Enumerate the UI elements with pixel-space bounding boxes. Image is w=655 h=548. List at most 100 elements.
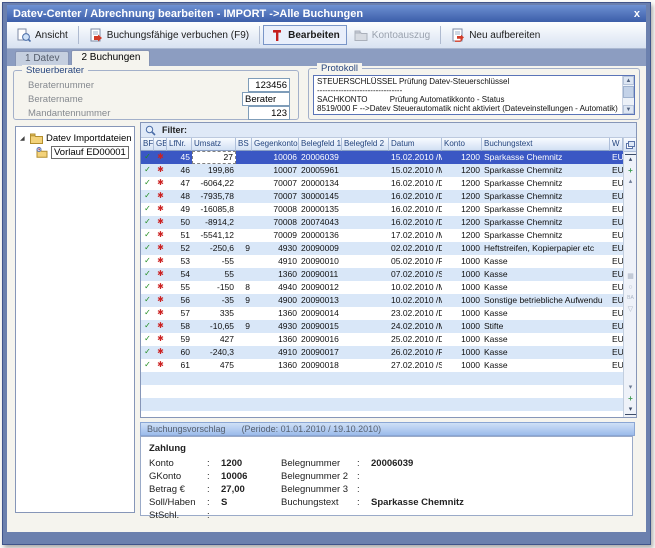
beraternummer-field[interactable] (248, 78, 290, 92)
cell-umsatz: -250,6 (192, 242, 236, 255)
table-row[interactable]: ✓✱50-8914,2700082007404316.02.2010 /Di12… (141, 216, 623, 229)
col-header-gegenkonto[interactable]: Gegenkonto (252, 138, 299, 151)
posted-check-icon: ✓ (141, 216, 154, 229)
posted-check-icon: ✓ (141, 190, 154, 203)
booking-info-icon[interactable]: BA (625, 294, 636, 303)
table-row[interactable]: ✓✱5942713602009001625.02.2010 /Do1000Kas… (141, 333, 623, 346)
table-row[interactable]: ✓✱47-6064,22700072000013416.02.2010 /Di1… (141, 177, 623, 190)
cell-konto: 1000 (442, 359, 482, 372)
neu-aufbereiten-button[interactable]: Neu aufbereiten (444, 25, 547, 45)
protokoll-scrollbar[interactable]: ▲ ▼ (622, 76, 634, 114)
cell-konto: 1000 (442, 346, 482, 359)
table-row[interactable]: ✓✱48-7935,78700073000014516.02.2010 /Di1… (141, 190, 623, 203)
tree-item-vorlauf[interactable]: Vorlauf ED00001 (16, 145, 134, 159)
tree-expander-icon[interactable]: ◢ (20, 135, 27, 142)
cell-lfnr: 56 (167, 294, 192, 307)
cell-datum: 15.02.2010 /Mo (389, 151, 442, 164)
table-row[interactable]: ✓✱56-35949002009001310.02.2010 /Mi1000So… (141, 294, 623, 307)
cell-umsatz: 55 (192, 268, 236, 281)
cell-belegfeld2 (342, 216, 389, 229)
scroll-next-icon[interactable]: ▾ (625, 383, 636, 392)
cell-buchungstext: Sparkasse Chemnitz (482, 216, 610, 229)
toolbar: Ansicht Buchungsfähige verbuchen (F9) Be… (7, 22, 646, 49)
cell-belegfeld2 (342, 229, 389, 242)
insert-row-icon[interactable]: + (625, 166, 636, 175)
table-row[interactable]: ✓✱4527100062000603915.02.2010 /Mo1200Spa… (141, 151, 623, 164)
cell-umsatz: -35 (192, 294, 236, 307)
posted-check-icon: ✓ (141, 151, 154, 164)
calculator-icon[interactable]: ▦ (625, 272, 636, 281)
table-row[interactable]: ✓✱545513602009001107.02.2010 /So1000Kass… (141, 268, 623, 281)
mandantennummer-field[interactable] (248, 106, 290, 120)
col-header-belegfeld2[interactable]: Belegfeld 2 (342, 138, 389, 151)
posted-check-icon: ✓ (141, 177, 154, 190)
bearbeiten-label: Bearbeiten (288, 30, 340, 41)
table-row[interactable]: ✓✱51-5541,12700092000013617.02.2010 /Mi1… (141, 229, 623, 242)
search-icon[interactable]: ○ (625, 283, 636, 292)
cell-lfnr: 60 (167, 346, 192, 359)
tree-child-label: Vorlauf ED00001 (51, 146, 129, 159)
mandantennummer-label: Mandantennummer (28, 108, 110, 119)
beratername-label: Beratername (28, 94, 83, 105)
filter-funnel-icon[interactable]: ▽ (625, 305, 636, 314)
table-row[interactable]: ✓✱53-5549102009001005.02.2010 /Fr1000Kas… (141, 255, 623, 268)
cell-belegfeld1: 20000135 (299, 203, 342, 216)
col-header-umsatz[interactable]: Umsatz (192, 138, 236, 151)
cell-belegfeld2 (342, 359, 389, 372)
filter-row[interactable]: Filter: (141, 123, 636, 138)
table-row[interactable]: ✓✱52-250,6949302009000902.02.2010 /Di100… (141, 242, 623, 255)
scroll-last-icon[interactable]: ▾ (625, 405, 636, 415)
column-chooser-icon[interactable] (624, 138, 636, 152)
scroll-first-icon[interactable]: ▴ (625, 154, 636, 164)
cell-belegfeld1: 30000145 (299, 190, 342, 203)
scroll-prev-icon[interactable]: ▴ (625, 177, 636, 186)
scroll-up-icon[interactable]: ▲ (623, 76, 634, 85)
col-header-datum[interactable]: Datum (389, 138, 442, 151)
cell-umsatz: 475 (192, 359, 236, 372)
table-row[interactable]: ✓✱49-16085,8700082000013516.02.2010 /Di1… (141, 203, 623, 216)
col-header-buchungstext[interactable]: Buchungstext (482, 138, 610, 151)
cell-belegfeld1: 20090018 (299, 359, 342, 372)
tree-item-importdateien[interactable]: ◢ Datev Importdateien (16, 131, 134, 145)
col-header-w[interactable]: W (610, 138, 623, 151)
append-row-icon[interactable]: + (625, 394, 636, 403)
beratername-field[interactable] (242, 92, 290, 106)
cell-belegfeld1: 20000136 (299, 229, 342, 242)
scroll-down-icon[interactable]: ▼ (623, 105, 634, 114)
table-row[interactable]: ✓✱55-150849402009001210.02.2010 /Mi1000K… (141, 281, 623, 294)
table-row[interactable]: ✓✱5733513602009001423.02.2010 /Di1000Kas… (141, 307, 623, 320)
cell-bs (236, 268, 252, 281)
col-header-bs[interactable]: BS (236, 138, 252, 151)
protokoll-textarea[interactable]: STEUERSCHLÜSSEL Prüfung Datev-Steuerschl… (313, 75, 635, 115)
cell-belegfeld2 (342, 333, 389, 346)
cell-lfnr: 54 (167, 268, 192, 281)
cell-w: EU (610, 203, 623, 216)
table-row[interactable]: ✓✱6147513602009001827.02.2010 /Sa1000Kas… (141, 359, 623, 372)
table-row[interactable]: ✓✱58-10,65949302009001524.02.2010 /Mi100… (141, 320, 623, 333)
cell-w: EU (610, 255, 623, 268)
col-header-belegfeld1[interactable]: Belegfeld 1 (299, 138, 342, 151)
cell-bs: 9 (236, 242, 252, 255)
cell-datum: 16.02.2010 /Di (389, 216, 442, 229)
cell-w: EU (610, 242, 623, 255)
buchungsvorschlag-panel: Zahlung Konto:1200 GKonto:10006 Betrag €… (140, 436, 633, 516)
cell-belegfeld1: 20090010 (299, 255, 342, 268)
cell-datum: 05.02.2010 /Fr (389, 255, 442, 268)
table-row[interactable]: ✓✱46199,86100072000596115.02.2010 /Mo120… (141, 164, 623, 177)
neu-aufbereiten-label: Neu aufbereiten (469, 30, 540, 41)
ansicht-button[interactable]: Ansicht (10, 25, 75, 45)
table-row[interactable]: ✓✱60-240,349102009001726.02.2010 /Fr1000… (141, 346, 623, 359)
tab-buchungen[interactable]: 2 Buchungen (71, 50, 150, 66)
posted-check-icon: ✓ (141, 281, 154, 294)
col-header-gb[interactable]: GB (154, 138, 167, 151)
cell-gegenkonto: 70008 (252, 216, 299, 229)
bearbeiten-button[interactable]: Bearbeiten (263, 25, 347, 45)
col-header-lfnr[interactable]: LfNr. (167, 138, 192, 151)
verbuchen-button[interactable]: Buchungsfähige verbuchen (F9) (82, 25, 256, 45)
scrollbar-thumb[interactable] (623, 86, 634, 98)
tab-datev[interactable]: 1 Datev (15, 51, 69, 66)
cell-umsatz: 427 (192, 333, 236, 346)
col-header-konto[interactable]: Konto (442, 138, 482, 151)
close-button[interactable]: x (634, 8, 640, 20)
col-header-bf[interactable]: BF (141, 138, 154, 151)
